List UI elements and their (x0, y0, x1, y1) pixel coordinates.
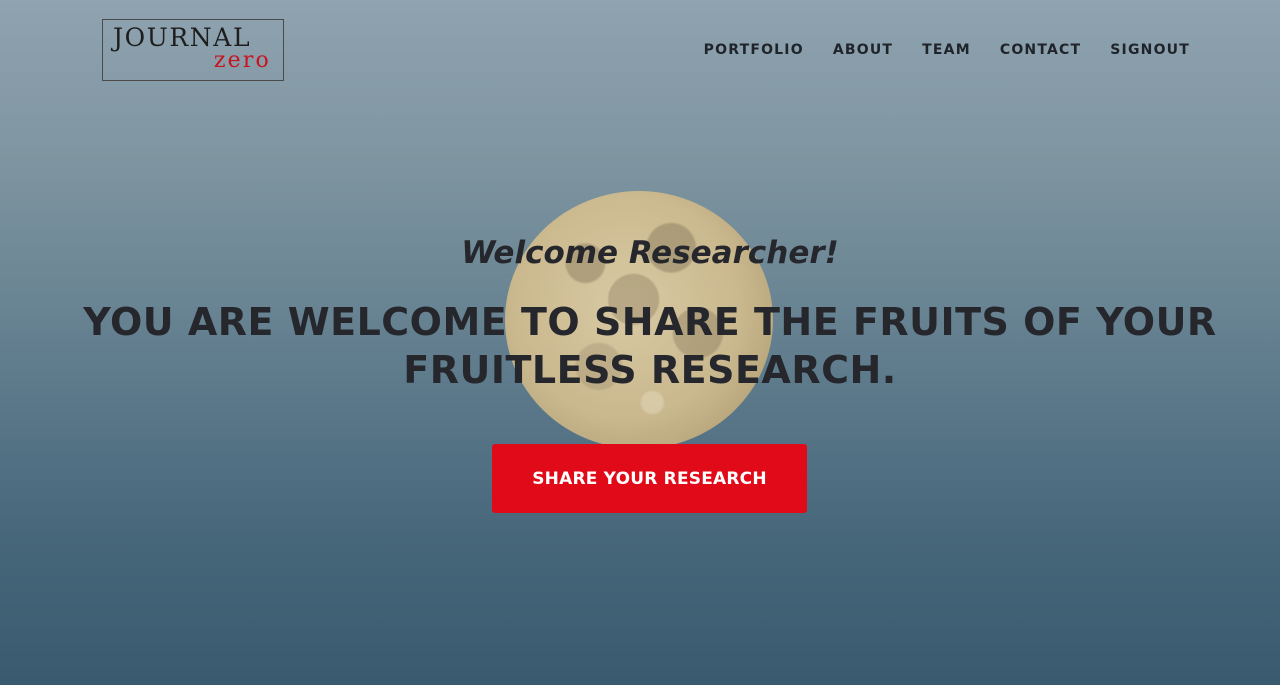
welcome-greeting: Welcome Researcher! (461, 235, 839, 271)
nav-link-portfolio[interactable]: PORTFOLIO (704, 40, 804, 60)
logo-text-zero: zero (213, 48, 271, 73)
logo-text-journal: JOURNAL (113, 23, 252, 52)
hero-headline-line-2: FRUITLESS RESEARCH. (403, 348, 897, 392)
nav-link-contact[interactable]: CONTACT (1000, 40, 1081, 60)
nav-link-signout[interactable]: SIGNOUT (1110, 40, 1190, 60)
hero-headline-line-1: YOU ARE WELCOME TO SHARE THE FRUITS OF Y… (83, 300, 1217, 344)
main-nav: PORTFOLIO ABOUT TEAM CONTACT SIGNOUT (704, 40, 1190, 60)
share-research-button[interactable]: SHARE YOUR RESEARCH (492, 444, 807, 513)
hero-headline: YOU ARE WELCOME TO SHARE THE FRUITS OF Y… (60, 298, 1240, 394)
journal-zero-logo[interactable]: JOURNAL zero (102, 19, 284, 81)
nav-link-about[interactable]: ABOUT (833, 40, 893, 60)
hero-section: JOURNAL zero PORTFOLIO ABOUT TEAM CONTAC… (0, 0, 1280, 685)
nav-link-team[interactable]: TEAM (922, 40, 971, 60)
